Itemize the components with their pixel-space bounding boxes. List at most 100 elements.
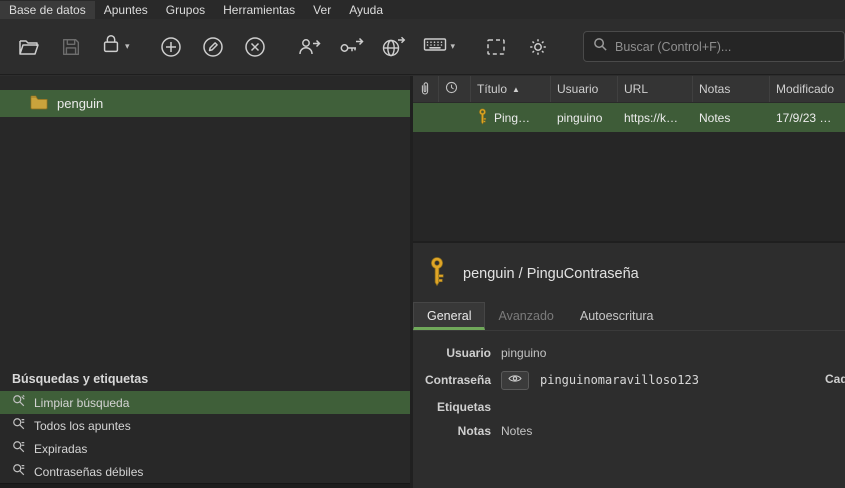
- column-header-attachment[interactable]: [413, 76, 439, 102]
- main-area: penguin Búsquedas y etiquetas Limpiar bú…: [0, 76, 845, 488]
- tab-autotype[interactable]: Autoescritura: [567, 303, 667, 330]
- open-database-button[interactable]: [10, 30, 48, 64]
- group-panel: penguin Búsquedas y etiquetas Limpiar bú…: [0, 76, 410, 488]
- saved-search-icon: [12, 440, 34, 457]
- cell-title-text: Ping…: [494, 110, 531, 125]
- edit-entry-button[interactable]: [194, 30, 232, 64]
- lock-icon: [100, 33, 122, 60]
- preview-fields: Usuario pinguino Contraseña pinguinomara…: [413, 331, 845, 443]
- keepassxc-window: Base de datos Apuntes Grupos Herramienta…: [0, 0, 845, 488]
- search-item-all-entries[interactable]: Todos los apuntes: [0, 414, 410, 437]
- clear-search-icon: [12, 394, 34, 411]
- user-value: pinguino: [501, 346, 547, 360]
- save-icon: [60, 36, 82, 58]
- search-item-label: Limpiar búsqueda: [34, 395, 130, 410]
- field-row-password: Contraseña pinguinomaravilloso123 Caduca: [413, 365, 845, 395]
- eye-icon: [508, 371, 522, 389]
- cell-attachment: [413, 103, 439, 132]
- autotype-dropdown-caret-icon[interactable]: ▾: [451, 42, 456, 51]
- cell-title: Ping…: [471, 103, 551, 132]
- cell-notes-text: Notes: [699, 110, 731, 125]
- gear-icon: [526, 35, 550, 59]
- column-modified-label: Modificado: [776, 82, 835, 96]
- field-row-user: Usuario pinguino: [413, 341, 845, 365]
- search-icon: [584, 37, 615, 57]
- notes-label: Notas: [457, 424, 491, 438]
- cell-url-text: https://k…: [624, 110, 679, 125]
- paperclip-icon: [419, 81, 431, 98]
- field-row-notes: Notas Notes: [413, 419, 845, 443]
- cell-modified-text: 17/9/23 …: [776, 110, 832, 125]
- group-label: penguin: [57, 96, 104, 111]
- saved-search-icon: [12, 463, 34, 480]
- pencil-circle-icon: [201, 35, 225, 59]
- table-row[interactable]: Ping… pinguino https://k… Notes 17/9/23 …: [413, 103, 845, 132]
- screen-region-button[interactable]: [477, 30, 515, 64]
- password-value: pinguinomaravilloso123: [540, 373, 699, 387]
- search-box: [583, 31, 845, 62]
- menu-tools[interactable]: Herramientas: [214, 1, 304, 19]
- clock-icon: [445, 81, 458, 97]
- column-notes-label: Notas: [699, 82, 731, 96]
- searches-header: Búsquedas y etiquetas: [12, 372, 149, 386]
- autotype-button[interactable]: ▾: [416, 30, 462, 64]
- plus-circle-icon: [159, 35, 183, 59]
- toolbar: ▾ ▾ Buscar (Control+F)...: [0, 19, 845, 75]
- notes-value: Notes: [501, 424, 533, 438]
- panel-divider: [0, 483, 410, 488]
- menu-database[interactable]: Base de datos: [0, 0, 95, 19]
- column-header-title[interactable]: Título ▲: [471, 76, 551, 102]
- search-item-clear[interactable]: Limpiar búsqueda: [0, 391, 410, 414]
- expires-label: Caduca: [825, 372, 845, 386]
- entry-key-icon-large: [427, 256, 447, 292]
- group-item-penguin[interactable]: penguin: [0, 90, 410, 117]
- open-url-button[interactable]: [374, 30, 412, 64]
- keyboard-icon: [422, 32, 448, 61]
- column-user-label: Usuario: [557, 82, 599, 96]
- delete-entry-button[interactable]: [236, 30, 274, 64]
- settings-button[interactable]: [519, 30, 557, 64]
- column-header-modified[interactable]: Modificado: [770, 76, 845, 102]
- key-arrow-icon: [338, 35, 364, 59]
- tab-general[interactable]: General: [413, 302, 486, 330]
- search-item-label: Todos los apuntes: [34, 418, 131, 433]
- copy-username-button[interactable]: [290, 30, 328, 64]
- user-label: Usuario: [446, 346, 491, 360]
- column-header-expiry[interactable]: [439, 76, 471, 102]
- menu-groups[interactable]: Grupos: [157, 1, 214, 19]
- preview-entry-title: penguin / PinguContraseña: [463, 266, 639, 282]
- column-url-label: URL: [624, 82, 649, 96]
- search-item-label: Expiradas: [34, 441, 88, 456]
- x-circle-icon: [243, 35, 267, 59]
- column-header-url[interactable]: URL: [618, 76, 693, 102]
- search-item-label: Contraseñas débiles: [34, 464, 144, 479]
- menu-view[interactable]: Ver: [304, 1, 340, 19]
- searches-and-tags: Búsquedas y etiquetas Limpiar búsqueda T…: [0, 367, 410, 488]
- folder-open-icon: [17, 35, 41, 59]
- column-title-label: Título: [477, 82, 508, 96]
- search-item-weak-passwords[interactable]: Contraseñas débiles: [0, 460, 410, 483]
- entry-panel: Título ▲ Usuario URL Notas Modificado Pi…: [413, 76, 845, 488]
- preview-header: penguin / PinguContraseña: [413, 243, 845, 302]
- lock-dropdown-caret-icon[interactable]: ▾: [125, 42, 130, 51]
- lock-database-button[interactable]: ▾: [94, 30, 136, 64]
- tags-label: Etiquetas: [436, 400, 491, 414]
- search-item-expired[interactable]: Expiradas: [0, 437, 410, 460]
- tab-advanced[interactable]: Avanzado: [485, 303, 566, 330]
- sort-ascending-icon: ▲: [512, 84, 520, 94]
- search-input[interactable]: [615, 39, 844, 54]
- field-row-tags: Etiquetas: [413, 395, 845, 419]
- screen-region-icon: [484, 35, 508, 59]
- cell-expiry: [439, 103, 471, 132]
- menu-entries[interactable]: Apuntes: [95, 1, 157, 19]
- table-header: Título ▲ Usuario URL Notas Modificado: [413, 76, 845, 103]
- saved-search-icon: [12, 417, 34, 434]
- copy-password-button[interactable]: [332, 30, 370, 64]
- menu-help[interactable]: Ayuda: [340, 1, 392, 19]
- add-entry-button[interactable]: [152, 30, 190, 64]
- column-header-user[interactable]: Usuario: [551, 76, 618, 102]
- save-database-button[interactable]: [52, 30, 90, 64]
- password-label: Contraseña: [424, 373, 491, 387]
- toggle-password-visibility-button[interactable]: [501, 370, 529, 390]
- column-header-notes[interactable]: Notas: [693, 76, 770, 102]
